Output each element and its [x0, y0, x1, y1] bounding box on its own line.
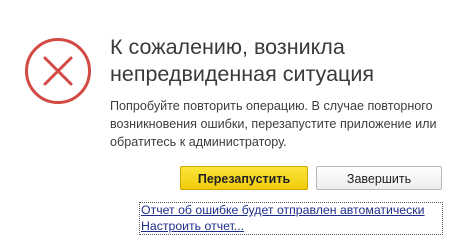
error-report-link[interactable]: Отчет об ошибке будет отправлен автомати… [141, 203, 425, 218]
error-icon [25, 38, 91, 104]
dialog-title: К сожалению, возникла непредвиденная сит… [110, 34, 450, 88]
dialog-message-line: Попробуйте повторить операцию. В случае … [110, 99, 433, 113]
restart-button[interactable]: Перезапустить [180, 166, 308, 190]
configure-report-link[interactable]: Настроить отчет... [141, 219, 244, 234]
finish-button[interactable]: Завершить [316, 166, 442, 190]
dialog-message: Попробуйте повторить операцию. В случае … [110, 97, 455, 151]
dialog-title-line: непредвиденная ситуация [110, 62, 374, 86]
error-dialog: К сожалению, возникла непредвиденная сит… [0, 0, 464, 249]
dialog-message-line: возникновения ошибки, перезапустите прил… [110, 117, 437, 131]
dialog-message-line: обратитесь к администратору. [110, 135, 287, 149]
dialog-title-line: К сожалению, возникла [110, 35, 345, 59]
